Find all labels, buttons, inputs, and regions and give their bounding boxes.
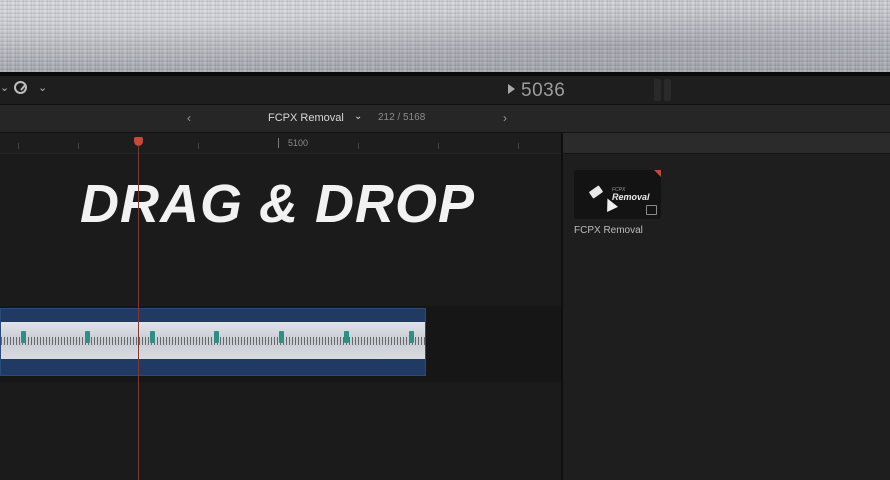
play-icon[interactable] xyxy=(508,84,515,94)
playhead[interactable] xyxy=(138,145,139,480)
clip-marker[interactable] xyxy=(344,331,349,343)
audio-meter-left xyxy=(654,79,661,101)
timeline-area[interactable]: 5100 DRAG & DROP xyxy=(0,133,561,480)
clip-count: 212 / 5168 xyxy=(378,112,426,123)
ruler-tick xyxy=(518,143,519,149)
thumb-title: Removal xyxy=(612,192,650,202)
chevron-down-icon[interactable]: ⌄ xyxy=(0,81,9,94)
clip-marker[interactable] xyxy=(85,331,90,343)
audio-meter-right xyxy=(664,79,671,101)
timeline-ruler[interactable]: 5100 xyxy=(0,133,561,154)
clip-marker[interactable] xyxy=(409,331,414,343)
chevron-down-icon[interactable]: ⌄ xyxy=(354,111,362,122)
timeline-toolbar: ⌄ ⌄ 5036 xyxy=(0,76,890,105)
clip-marker[interactable] xyxy=(21,331,26,343)
ruler-tick xyxy=(78,143,79,149)
ruler-tick xyxy=(198,143,199,149)
clip-filmstrip xyxy=(1,322,425,359)
eraser-icon xyxy=(588,185,604,199)
effect-thumbnail[interactable]: FCPX Removal xyxy=(574,170,661,219)
viewer-frame xyxy=(0,0,890,74)
ruler-major-tick xyxy=(278,138,279,148)
timecode-display[interactable]: 5036 xyxy=(521,80,565,102)
clip-marker[interactable] xyxy=(279,331,284,343)
effect-label[interactable]: FCPX Removal xyxy=(574,225,643,236)
project-name[interactable]: FCPX Removal xyxy=(268,112,344,124)
badge-icon xyxy=(646,205,657,215)
audio-waveform xyxy=(1,337,425,345)
overlay-headline: DRAG & DROP xyxy=(80,174,476,234)
effects-browser: FCPX Removal FCPX Removal xyxy=(563,133,890,480)
speedometer-icon[interactable] xyxy=(14,81,27,94)
chevron-down-icon[interactable]: ⌄ xyxy=(38,81,47,94)
clip-marker[interactable] xyxy=(214,331,219,343)
clip-marker[interactable] xyxy=(150,331,155,343)
chevron-left-icon[interactable]: ‹ xyxy=(187,111,191,125)
browser-header xyxy=(563,133,890,154)
ruler-label: 5100 xyxy=(288,138,309,148)
chevron-right-icon[interactable]: › xyxy=(503,111,507,125)
timeline-index-bar: ‹ FCPX Removal ⌄ 212 / 5168 › xyxy=(0,105,890,133)
ruler-tick xyxy=(18,143,19,149)
favorite-flag xyxy=(654,170,661,177)
video-clip[interactable] xyxy=(0,308,426,376)
ruler-tick xyxy=(438,143,439,149)
ruler-tick xyxy=(358,143,359,149)
